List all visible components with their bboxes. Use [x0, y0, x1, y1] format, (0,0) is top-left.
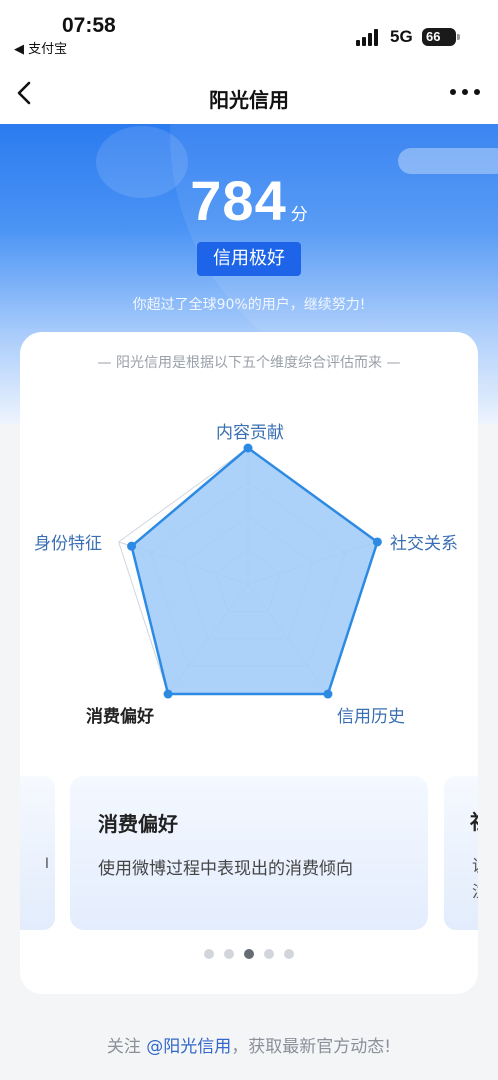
carousel-pagination[interactable] — [20, 944, 478, 963]
dimensions-card: — 阳光信用是根据以下五个维度综合评估而来 — 内容贡献 社交关系 信用历史 消… — [20, 332, 478, 994]
radar-label-history[interactable]: 信用历史 — [337, 702, 405, 727]
back-to-alipay-link[interactable]: ◀ 支付宝 — [14, 38, 67, 57]
carousel-card-previous[interactable]: I — [20, 776, 55, 930]
carousel-next-desc-2: 注 — [472, 878, 478, 902]
credit-level-badge[interactable]: 信用极好 — [197, 242, 301, 276]
footer-text: 关注 @阳光信用，获取最新官方动态! — [0, 1032, 498, 1057]
footer-suffix: ，获取最新官方动态! — [231, 1037, 392, 1057]
credit-score-value: 784 — [190, 169, 287, 232]
carousel-card-active[interactable]: 消费偏好 使用微博过程中表现出的消费倾向 — [70, 776, 428, 930]
pagination-dot-1[interactable] — [204, 949, 214, 959]
carousel-prev-fragment: I — [44, 856, 49, 872]
page-title: 阳光信用 — [209, 88, 289, 112]
carousel-card-next[interactable]: 社 说 注 — [444, 776, 478, 930]
radar-chart: 内容贡献 社交关系 信用历史 消费偏好 身份特征 — [20, 332, 478, 752]
carousel-card-title: 消费偏好 — [98, 812, 178, 836]
status-bar: 07:58 ◀ 支付宝 5G 66 — [0, 0, 498, 62]
credit-score-unit: 分 — [290, 205, 308, 225]
footer-prefix: 关注 — [106, 1037, 147, 1057]
battery-icon: 66 — [422, 28, 460, 46]
ranking-text: 你超过了全球90%的用户，继续努力! — [132, 297, 366, 313]
follow-account-link[interactable]: @阳光信用 — [146, 1037, 231, 1057]
radar-label-consumption[interactable]: 消费偏好 — [86, 702, 154, 727]
pagination-dot-4[interactable] — [264, 949, 274, 959]
dimension-carousel[interactable]: I 消费偏好 使用微博过程中表现出的消费倾向 社 说 注 — [20, 776, 478, 932]
more-options-icon[interactable] — [448, 84, 482, 100]
radar-point-history — [323, 689, 333, 699]
radar-point-consumption — [163, 689, 173, 699]
battery-level: 66 — [426, 29, 441, 44]
radar-point-identity — [127, 541, 137, 551]
carousel-next-desc-1: 说 — [472, 852, 478, 876]
nav-bar: 阳光信用 — [0, 62, 498, 124]
radar-label-identity[interactable]: 身份特征 — [34, 529, 102, 554]
carousel-next-title: 社 — [470, 806, 478, 835]
page: 07:58 ◀ 支付宝 5G 66 阳光信用 784 分 信用极好 你超过了全球… — [0, 0, 498, 1080]
carousel-card-description: 使用微博过程中表现出的消费倾向 — [98, 859, 353, 879]
pagination-dot-2[interactable] — [224, 949, 234, 959]
pagination-dot-3[interactable] — [244, 949, 254, 959]
radar-point-social — [372, 537, 382, 547]
radar-label-social[interactable]: 社交关系 — [390, 529, 458, 554]
radar-point-content — [243, 443, 253, 453]
status-time: 07:58 — [62, 14, 116, 37]
signal-icon — [356, 28, 382, 46]
pagination-dot-5[interactable] — [284, 949, 294, 959]
network-type: 5G — [390, 27, 413, 46]
radar-label-content[interactable]: 内容贡献 — [216, 418, 284, 443]
radar-data-area — [130, 446, 379, 696]
credit-score: 784 分 — [0, 168, 498, 233]
